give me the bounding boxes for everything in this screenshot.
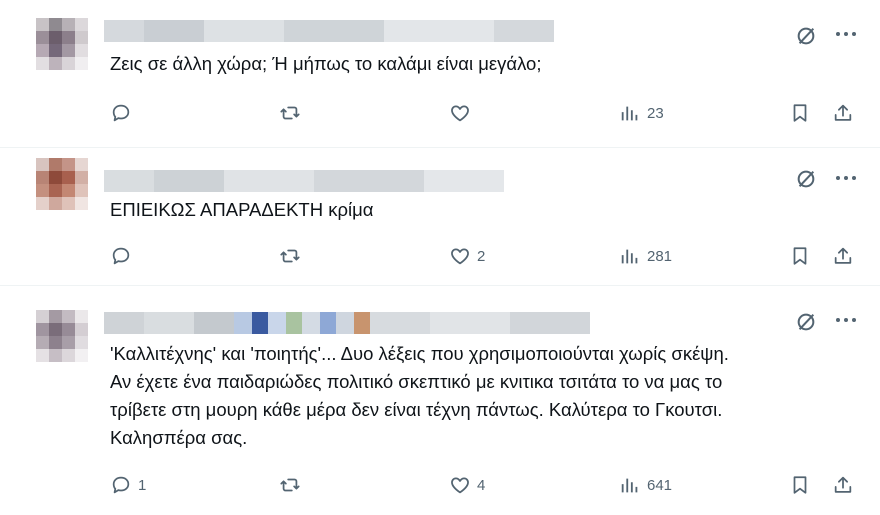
views-icon [621,478,638,493]
post-actions: 23 [0,100,880,126]
grok-icon[interactable] [795,311,817,333]
post-text-line: Καλησπέρα σας. [110,427,248,448]
views-icon [621,106,638,121]
avatar[interactable] [36,18,88,70]
bookmark-icon [793,104,807,122]
share-button[interactable] [832,243,854,269]
blurred-username[interactable] [104,170,504,192]
heart-icon [451,477,469,494]
post-actions: 1 4 641 [0,472,880,498]
views-button[interactable]: 23 [619,100,664,126]
post-text: Ζεις σε άλλη χώρα; Ή μήπως το καλάμι είν… [110,50,541,78]
views-count: 23 [647,104,664,122]
share-icon [834,476,852,493]
reply-button[interactable]: 1 [110,472,146,498]
bookmark-icon [793,247,807,265]
repost-icon [280,249,300,263]
views-count: 641 [647,476,673,494]
like-count: 2 [477,247,486,265]
post-text-line: 'Καλλιτέχνης' και 'ποιητής'... Δυο λέξει… [110,343,729,364]
post-text-line: Αν έχετε ένα παιδαριώδες πολιτικό σκεπτι… [110,371,723,392]
reply-icon [112,247,130,265]
post-3[interactable]: 'Καλλιτέχνης' και 'ποιητής'... Δυο λέξει… [0,286,880,515]
grok-icon[interactable] [795,25,817,47]
post-2[interactable]: ΕΠΙΕΙΚΩΣ ΑΠΑΡΑΔΕΚΤΗ κρίμα 2 281 [0,148,880,286]
post-text: 'Καλλιτέχνης' και 'ποιητής'... Δυο λέξει… [110,340,729,452]
like-button[interactable] [449,100,477,126]
repost-icon [280,478,300,492]
reply-count: 1 [138,476,147,494]
reply-button[interactable] [110,100,138,126]
post-text: ΕΠΙΕΙΚΩΣ ΑΠΑΡΑΔΕΚΤΗ κρίμα [110,196,373,224]
views-button[interactable]: 641 [619,472,672,498]
heart-icon [451,248,469,265]
share-button[interactable] [832,472,854,498]
share-icon [834,104,852,121]
like-button[interactable]: 2 [449,243,485,269]
blurred-username[interactable] [104,312,590,334]
post-text-line: Ζεις σε άλλη χώρα; Ή μήπως το καλάμι είν… [110,53,542,74]
more-icon[interactable] [834,24,858,44]
avatar[interactable] [36,158,88,210]
share-icon [834,247,852,264]
like-count: 4 [477,476,486,494]
views-count: 281 [647,247,673,265]
repost-icon [280,106,300,120]
views-button[interactable]: 281 [619,243,672,269]
share-button[interactable] [832,100,854,126]
post-1[interactable]: Ζεις σε άλλη χώρα; Ή μήπως το καλάμι είν… [0,0,880,148]
blurred-username[interactable] [104,20,554,42]
repost-button[interactable] [279,472,307,498]
repost-button[interactable] [279,100,307,126]
more-icon[interactable] [834,168,858,188]
more-icon[interactable] [834,310,858,330]
repost-button[interactable] [279,243,307,269]
bookmark-button[interactable] [789,243,811,269]
bookmark-button[interactable] [789,100,811,126]
bookmark-button[interactable] [789,472,811,498]
grok-icon[interactable] [795,168,817,190]
post-text-line: ΕΠΙΕΙΚΩΣ ΑΠΑΡΑΔΕΚΤΗ κρίμα [110,199,374,220]
views-icon [621,249,638,264]
reply-icon [112,104,130,122]
like-button[interactable]: 4 [449,472,485,498]
heart-icon [451,105,469,122]
post-actions: 2 281 [0,243,880,269]
avatar[interactable] [36,310,88,362]
bookmark-icon [793,476,807,494]
reply-icon [112,476,130,494]
post-text-line: τρίβετε στη μουρη κάθε μέρα δεν είναι τέ… [110,399,723,420]
reply-button[interactable] [110,243,138,269]
